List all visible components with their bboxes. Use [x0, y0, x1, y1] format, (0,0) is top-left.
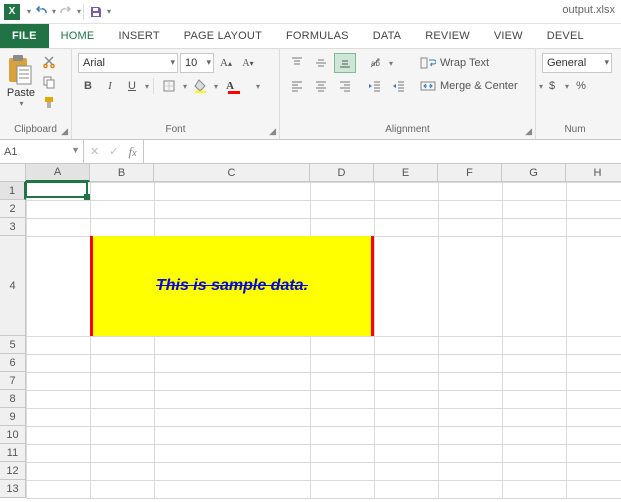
wrap-text-button[interactable]: Wrap Text: [416, 53, 526, 73]
ribbon-tabs: FILE HOME INSERT PAGE LAYOUT FORMULAS DA…: [0, 24, 621, 48]
row-header-5[interactable]: 5: [0, 336, 26, 354]
increase-indent-button[interactable]: [388, 76, 410, 96]
insert-function-button[interactable]: fx: [128, 144, 136, 160]
group-label-alignment: Alignment◢: [286, 123, 529, 139]
select-all-corner[interactable]: [0, 164, 26, 182]
sample-data-text: This is sample data.: [156, 275, 308, 297]
row-header-2[interactable]: 2: [0, 200, 26, 218]
row-header-6[interactable]: 6: [0, 354, 26, 372]
alignment-launcher-icon[interactable]: ◢: [525, 124, 532, 138]
row-header-13[interactable]: 13: [0, 480, 26, 498]
tab-home[interactable]: HOME: [49, 24, 107, 48]
save-button[interactable]: [86, 2, 106, 22]
format-painter-button[interactable]: [40, 93, 58, 111]
active-cell[interactable]: [25, 181, 88, 198]
qat-customize-icon[interactable]: ▾: [107, 7, 111, 16]
fill-color-button[interactable]: [189, 76, 211, 96]
row-header-8[interactable]: 8: [0, 390, 26, 408]
borders-dropdown-icon[interactable]: ▾: [183, 82, 187, 91]
column-header-F[interactable]: F: [438, 164, 502, 182]
name-box[interactable]: A1▼: [0, 140, 84, 163]
cut-button[interactable]: [40, 53, 58, 71]
font-size-combo[interactable]: 10▾: [180, 53, 214, 73]
font-color-dropdown-icon[interactable]: ▾: [256, 82, 260, 91]
row-header-1[interactable]: 1: [0, 182, 26, 200]
paste-button[interactable]: [6, 53, 36, 89]
group-label-font: Font◢: [78, 123, 273, 139]
font-name-combo[interactable]: Arial▾: [78, 53, 178, 73]
decrease-font-size-button[interactable]: A▾: [238, 53, 258, 73]
align-center-button[interactable]: [310, 76, 332, 96]
underline-dropdown-icon[interactable]: ▾: [145, 82, 149, 91]
redo-dropdown-icon[interactable]: ▾: [77, 7, 81, 16]
paste-label: Paste: [7, 87, 35, 99]
fill-handle[interactable]: [84, 194, 90, 200]
row-header-12[interactable]: 12: [0, 462, 26, 480]
formula-bar[interactable]: [144, 140, 621, 163]
currency-button[interactable]: $: [542, 76, 562, 96]
italic-button[interactable]: I: [100, 76, 120, 96]
decrease-indent-button[interactable]: [364, 76, 386, 96]
cancel-formula-icon: ✕: [90, 145, 99, 158]
orientation-dropdown-icon[interactable]: ▾: [389, 59, 393, 68]
row-header-11[interactable]: 11: [0, 444, 26, 462]
align-top-button[interactable]: [286, 53, 308, 73]
borders-button[interactable]: [158, 76, 180, 96]
enter-formula-icon: ✓: [109, 145, 118, 158]
column-header-H[interactable]: H: [566, 164, 621, 182]
copy-button[interactable]: [40, 73, 58, 91]
undo-button[interactable]: [31, 2, 51, 22]
window-title: output.xlsx: [562, 4, 615, 16]
bold-button[interactable]: B: [78, 76, 98, 96]
align-right-button[interactable]: [334, 76, 356, 96]
column-header-D[interactable]: D: [310, 164, 374, 182]
group-label-clipboard: Clipboard◢: [6, 123, 65, 139]
tab-developer[interactable]: DEVEL: [535, 24, 596, 48]
tab-view[interactable]: VIEW: [482, 24, 535, 48]
excel-app-icon[interactable]: X: [4, 4, 20, 20]
align-bottom-button[interactable]: [334, 53, 356, 73]
redo-button[interactable]: [56, 2, 76, 22]
tab-data[interactable]: DATA: [361, 24, 414, 48]
tab-review[interactable]: REVIEW: [413, 24, 482, 48]
row-header-9[interactable]: 9: [0, 408, 26, 426]
row-header-3[interactable]: 3: [0, 218, 26, 236]
number-format-combo[interactable]: General▾: [542, 53, 612, 73]
currency-dropdown-icon[interactable]: ▾: [565, 82, 569, 91]
underline-button[interactable]: U: [122, 76, 142, 96]
align-left-button[interactable]: [286, 76, 308, 96]
fill-color-dropdown-icon[interactable]: ▾: [214, 82, 218, 91]
clipboard-launcher-icon[interactable]: ◢: [61, 124, 68, 138]
tab-formulas[interactable]: FORMULAS: [274, 24, 361, 48]
merge-center-button[interactable]: Merge & Center: [416, 76, 536, 96]
font-launcher-icon[interactable]: ◢: [269, 124, 276, 138]
paste-dropdown-icon[interactable]: ▾: [19, 99, 23, 108]
column-header-A[interactable]: A: [26, 164, 90, 182]
column-header-E[interactable]: E: [374, 164, 438, 182]
percent-button[interactable]: %: [571, 76, 591, 96]
row-header-10[interactable]: 10: [0, 426, 26, 444]
column-header-C[interactable]: C: [154, 164, 310, 182]
increase-font-size-button[interactable]: A▴: [216, 53, 236, 73]
group-label-number: Num: [542, 123, 608, 139]
column-header-B[interactable]: B: [90, 164, 154, 182]
column-header-G[interactable]: G: [502, 164, 566, 182]
row-header-7[interactable]: 7: [0, 372, 26, 390]
svg-text:ab: ab: [371, 59, 380, 68]
tab-page-layout[interactable]: PAGE LAYOUT: [172, 24, 274, 48]
orientation-button[interactable]: ab: [364, 53, 386, 73]
tab-insert[interactable]: INSERT: [106, 24, 171, 48]
sample-data-cell[interactable]: This is sample data.: [90, 236, 374, 336]
align-middle-button[interactable]: [310, 53, 332, 73]
tab-file[interactable]: FILE: [0, 24, 49, 48]
row-header-4[interactable]: 4: [0, 236, 26, 336]
